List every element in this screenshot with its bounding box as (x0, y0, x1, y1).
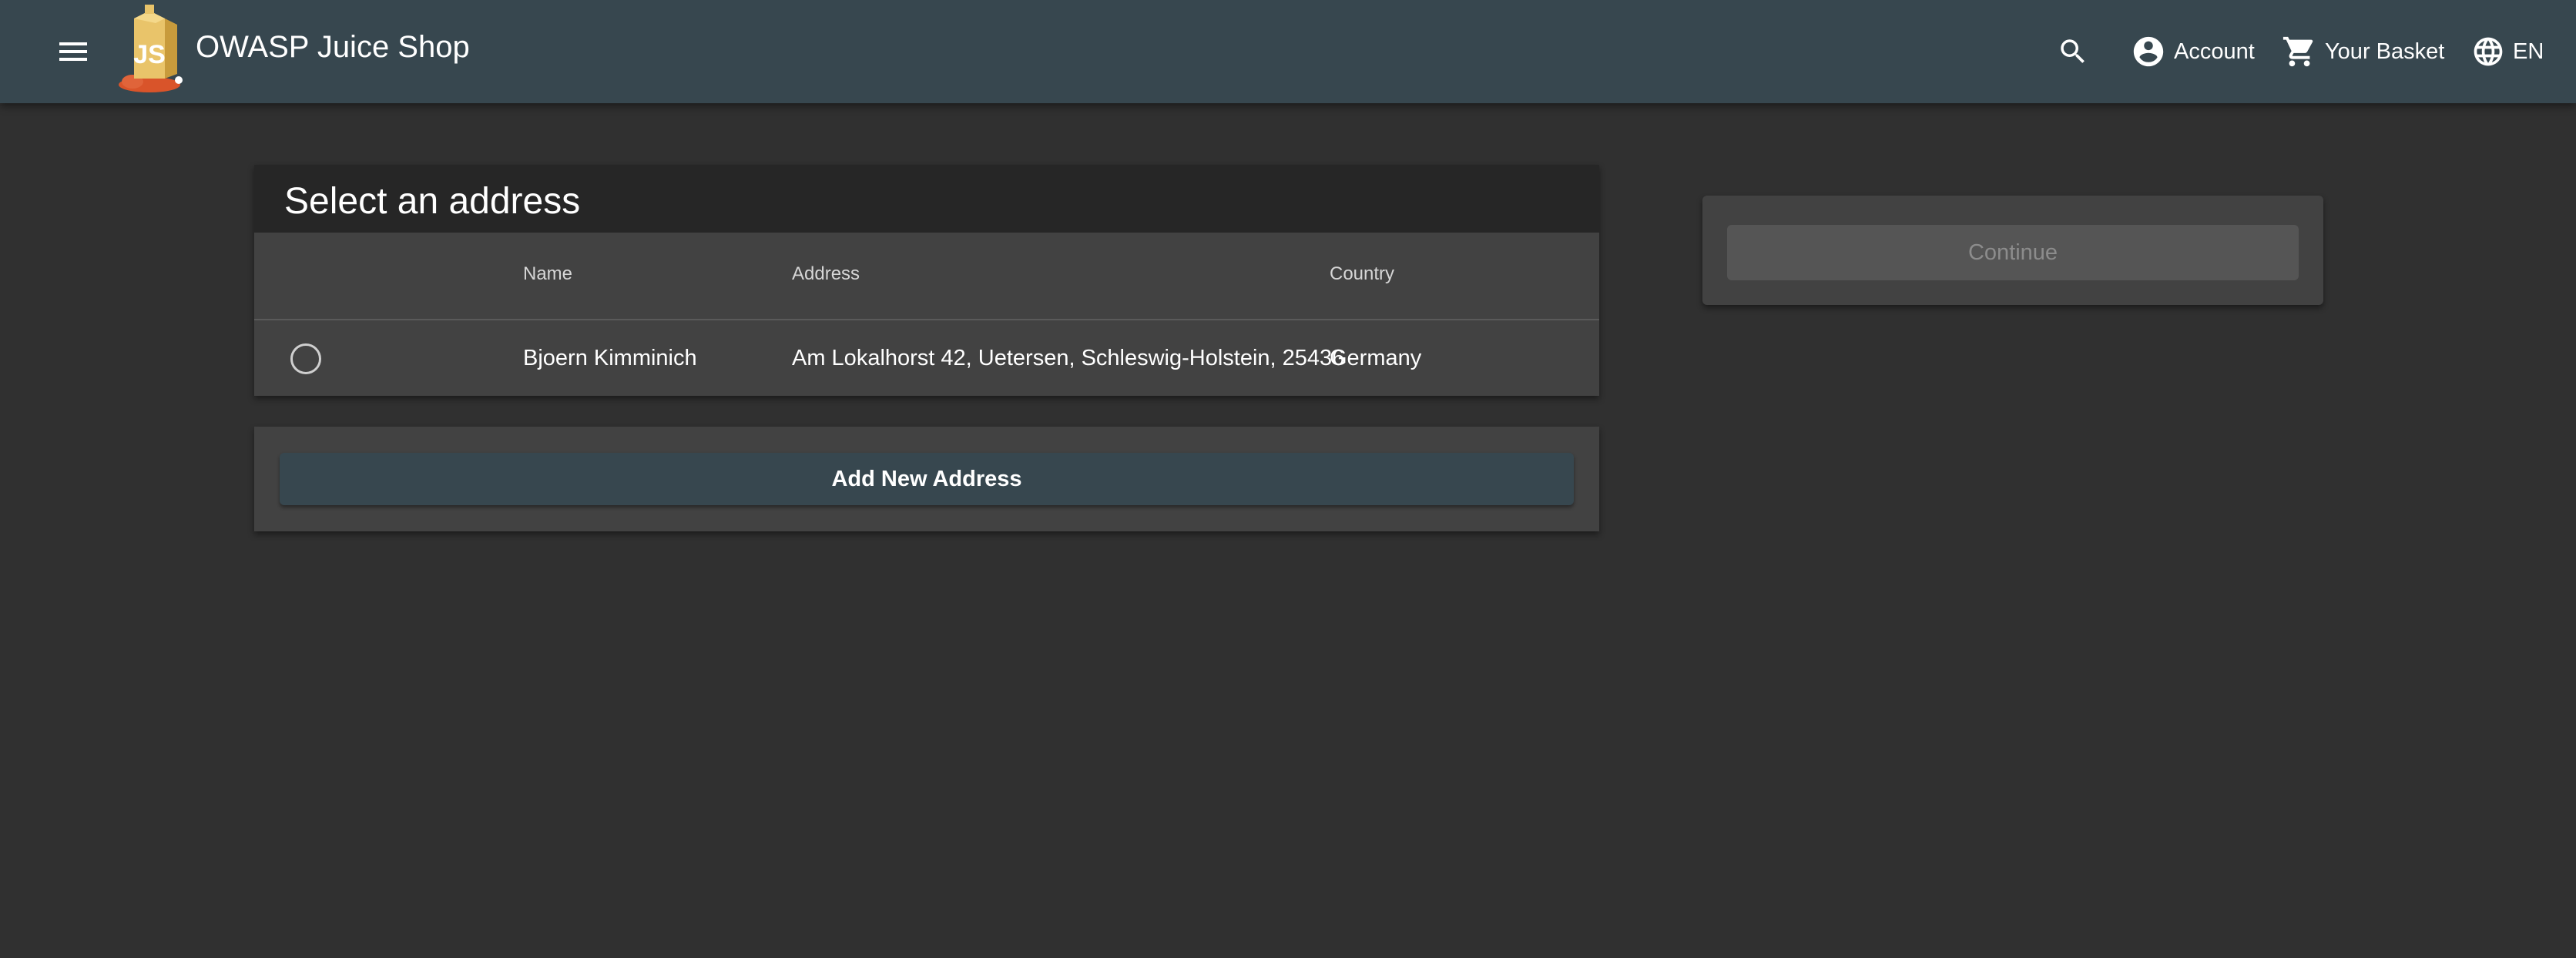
card-header: Select an address (254, 165, 1599, 233)
app-title[interactable]: OWASP Juice Shop (196, 28, 470, 66)
column-header-address[interactable]: Address (792, 263, 860, 285)
globe-icon (2474, 37, 2503, 66)
address-name-cell: Bjoern Kimminich (523, 346, 697, 370)
column-header-name[interactable]: Name (523, 263, 572, 285)
top-toolbar: JS OWASP Juice Shop Account Your Basket … (0, 0, 2576, 103)
column-header-country[interactable]: Country (1330, 263, 1394, 285)
logo-text: JS (133, 40, 166, 69)
address-radio-button[interactable] (290, 343, 321, 374)
search-button[interactable] (2057, 0, 2089, 103)
page-title: Select an address (284, 181, 581, 222)
address-country-cell: Germany (1330, 346, 1422, 370)
search-icon (2061, 39, 2085, 63)
language-label: EN (2513, 39, 2544, 64)
add-address-card: Add New Address (254, 427, 1599, 531)
account-label: Account (2174, 39, 2255, 64)
basket-button[interactable]: Your Basket (2282, 0, 2444, 103)
row-divider (254, 319, 1599, 320)
continue-button[interactable]: Continue (1727, 225, 2299, 280)
add-new-address-button[interactable]: Add New Address (280, 453, 1574, 505)
address-street-cell: Am Lokalhorst 42, Uetersen, Schleswig-Ho… (792, 346, 1345, 370)
menu-button[interactable] (46, 25, 100, 79)
shopping-cart-icon (2283, 36, 2313, 67)
account-circle-icon (2133, 36, 2164, 67)
hamburger-menu-icon (59, 42, 87, 61)
address-selection-card: Select an address Name Address Country B… (254, 165, 1599, 396)
basket-label: Your Basket (2325, 39, 2445, 64)
account-button[interactable]: Account (2131, 0, 2255, 103)
app-logo[interactable]: JS (117, 5, 194, 95)
language-button[interactable]: EN (2471, 0, 2544, 103)
continue-card: Continue (1702, 196, 2323, 305)
